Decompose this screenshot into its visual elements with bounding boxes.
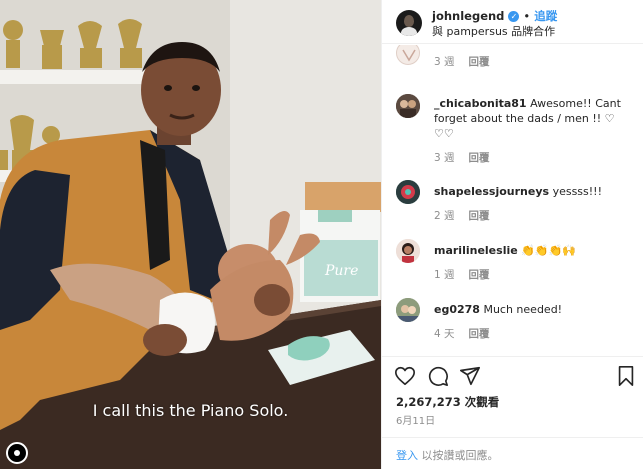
paid-partnership-label[interactable]: 與 pampersus 品牌合作: [432, 23, 555, 39]
separator-dot: •: [523, 9, 531, 23]
comment-body: 👏👏👏🙌: [521, 244, 576, 257]
comment-age: 1 週: [434, 269, 455, 281]
post-video[interactable]: Pure I call this the Piano Solo.: [0, 0, 381, 469]
reply-button[interactable]: 回覆: [469, 152, 490, 164]
post-sidebar: johnlegend ✓ • 追蹤 與 pampersus 品牌合作 3 週回覆…: [381, 0, 643, 469]
post-date[interactable]: 6月11日: [396, 412, 435, 427]
author-row: johnlegend ✓ • 追蹤: [432, 8, 557, 24]
reply-button[interactable]: 回覆: [469, 269, 490, 281]
reply-button[interactable]: 回覆: [469, 56, 490, 68]
comment-meta: 3 週 回覆: [434, 150, 490, 165]
verified-badge-icon: ✓: [508, 10, 520, 22]
comment-text: marilineleslie 👏👏👏🙌: [434, 243, 630, 258]
video-frame: Pure: [0, 0, 381, 469]
comment-text: _chicabonita81 Awesome!! Cant forget abo…: [434, 96, 630, 141]
comment-age: 2 週: [434, 210, 455, 222]
action-icons: [394, 365, 634, 389]
commenter-avatar[interactable]: [396, 298, 420, 322]
comment-age: 4 天: [434, 328, 455, 340]
comment-icon[interactable]: [427, 365, 449, 387]
comment-list[interactable]: 3 週回覆 _chicabonita81 Awesome!! Cant forg…: [382, 45, 643, 355]
comment-body: yessss!!!: [552, 185, 602, 198]
view-count[interactable]: 2,267,273 次觀看: [396, 394, 499, 410]
bookmark-icon[interactable]: [615, 365, 637, 387]
commenter-username[interactable]: eg0278: [434, 303, 480, 316]
share-icon[interactable]: [459, 365, 481, 387]
login-link[interactable]: 登入: [396, 449, 418, 462]
commenter-username[interactable]: shapelessjourneys: [434, 185, 549, 198]
author-avatar[interactable]: [396, 10, 422, 36]
reply-button[interactable]: 回覆: [469, 328, 490, 340]
commenter-username[interactable]: marilineleslie: [434, 244, 518, 257]
commenter-username[interactable]: _chicabonita81: [434, 97, 527, 110]
comment-meta: 4 天 回覆: [434, 326, 490, 341]
commenter-avatar[interactable]: [396, 94, 420, 118]
comment-age: 3 週: [434, 56, 455, 68]
comment-body: Much needed!: [483, 303, 563, 316]
video-caption: I call this the Piano Solo.: [92, 401, 289, 420]
follow-button[interactable]: 追蹤: [534, 8, 557, 24]
heart-icon[interactable]: [394, 365, 416, 387]
login-prompt-text: 以按讚或回應。: [418, 449, 499, 462]
comment-age: 3 週: [434, 152, 455, 164]
comment-meta: 3 週 回覆: [434, 54, 490, 69]
author-username[interactable]: johnlegend: [432, 9, 504, 23]
post-header: johnlegend ✓ • 追蹤 與 pampersus 品牌合作: [382, 0, 643, 44]
svg-text:Pure: Pure: [324, 263, 358, 279]
commenter-avatar[interactable]: [396, 180, 420, 204]
audio-toggle-icon[interactable]: [6, 442, 28, 464]
post-actions: 2,267,273 次觀看 6月11日 登入 以按讚或回應。: [382, 356, 643, 466]
reply-button[interactable]: 回覆: [469, 210, 490, 222]
commenter-avatar[interactable]: [396, 239, 420, 263]
comment-text: eg0278 Much needed!: [434, 302, 630, 317]
comment-meta: 2 週 回覆: [434, 208, 490, 223]
commenter-avatar[interactable]: [396, 45, 420, 65]
comment-meta: 1 週 回覆: [434, 267, 490, 282]
login-prompt: 登入 以按讚或回應。: [382, 437, 643, 467]
comment-text: shapelessjourneys yessss!!!: [434, 184, 630, 199]
